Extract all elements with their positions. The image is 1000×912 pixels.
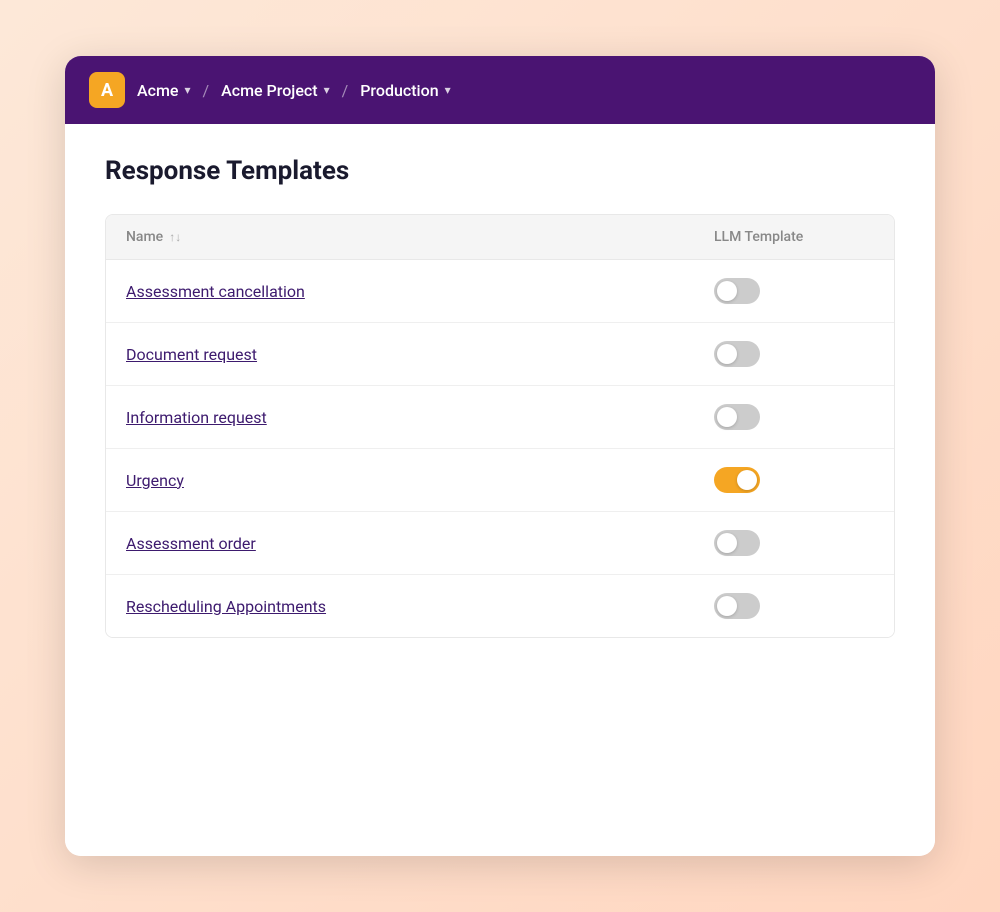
table-cell-toggle	[694, 386, 894, 448]
table-body: Assessment cancellation Document request I…	[106, 260, 894, 637]
llm-template-toggle[interactable]	[714, 278, 760, 304]
table-row: Assessment order	[106, 512, 894, 575]
breadcrumb-separator-2: /	[342, 81, 349, 100]
breadcrumb-acme[interactable]: Acme ▾	[137, 81, 191, 100]
llm-template-toggle[interactable]	[714, 593, 760, 619]
llm-template-toggle[interactable]	[714, 341, 760, 367]
breadcrumb-separator-1: /	[203, 81, 210, 100]
table-row: Urgency	[106, 449, 894, 512]
table-cell-toggle	[694, 449, 894, 511]
table-cell-toggle	[694, 260, 894, 322]
table-cell-toggle	[694, 512, 894, 574]
template-link[interactable]: Information request	[126, 408, 267, 427]
table-header-llm: LLM Template	[694, 215, 894, 259]
response-templates-table: Name ↑↓ LLM Template Assessment cancella…	[105, 214, 895, 638]
toggle-slider	[714, 404, 760, 430]
table-row: Rescheduling Appointments	[106, 575, 894, 637]
table-cell-toggle	[694, 575, 894, 637]
breadcrumb-acme-label: Acme	[137, 81, 178, 100]
table-cell-name: Urgency	[106, 449, 694, 511]
breadcrumb: Acme ▾ / Acme Project ▾ / Production ▾	[137, 81, 451, 100]
template-link[interactable]: Urgency	[126, 471, 184, 490]
toggle-slider	[714, 530, 760, 556]
table-cell-name: Information request	[106, 386, 694, 448]
app-window: A Acme ▾ / Acme Project ▾ / Production ▾…	[65, 56, 935, 856]
table-row: Information request	[106, 386, 894, 449]
table-header-name[interactable]: Name ↑↓	[106, 215, 694, 259]
sort-icon: ↑↓	[169, 230, 181, 244]
chevron-down-icon: ▾	[184, 83, 190, 97]
toggle-slider	[714, 341, 760, 367]
table-cell-name: Document request	[106, 323, 694, 385]
table-column-llm-label: LLM Template	[714, 229, 803, 245]
nav-logo[interactable]: A	[89, 72, 125, 108]
template-link[interactable]: Assessment order	[126, 534, 256, 553]
toggle-slider	[714, 593, 760, 619]
breadcrumb-acme-project-label: Acme Project	[221, 81, 317, 100]
table-cell-name: Assessment cancellation	[106, 260, 694, 322]
chevron-down-icon: ▾	[445, 83, 451, 97]
llm-template-toggle[interactable]	[714, 467, 760, 493]
toggle-slider	[714, 278, 760, 304]
breadcrumb-production[interactable]: Production ▾	[360, 81, 450, 100]
toggle-slider	[714, 467, 760, 493]
nav-bar: A Acme ▾ / Acme Project ▾ / Production ▾	[65, 56, 935, 124]
llm-template-toggle[interactable]	[714, 530, 760, 556]
nav-logo-letter: A	[101, 80, 113, 101]
table-cell-name: Rescheduling Appointments	[106, 575, 694, 637]
template-link[interactable]: Assessment cancellation	[126, 282, 305, 301]
table-cell-name: Assessment order	[106, 512, 694, 574]
table-row: Assessment cancellation	[106, 260, 894, 323]
llm-template-toggle[interactable]	[714, 404, 760, 430]
template-link[interactable]: Rescheduling Appointments	[126, 597, 326, 616]
page-title: Response Templates	[105, 156, 895, 186]
chevron-down-icon: ▾	[324, 83, 330, 97]
breadcrumb-production-label: Production	[360, 81, 438, 100]
table-column-name-label: Name	[126, 229, 163, 245]
table-cell-toggle	[694, 323, 894, 385]
table-row: Document request	[106, 323, 894, 386]
breadcrumb-acme-project[interactable]: Acme Project ▾	[221, 81, 330, 100]
template-link[interactable]: Document request	[126, 345, 257, 364]
page-content: Response Templates Name ↑↓ LLM Template …	[65, 124, 935, 856]
table-header: Name ↑↓ LLM Template	[106, 215, 894, 260]
